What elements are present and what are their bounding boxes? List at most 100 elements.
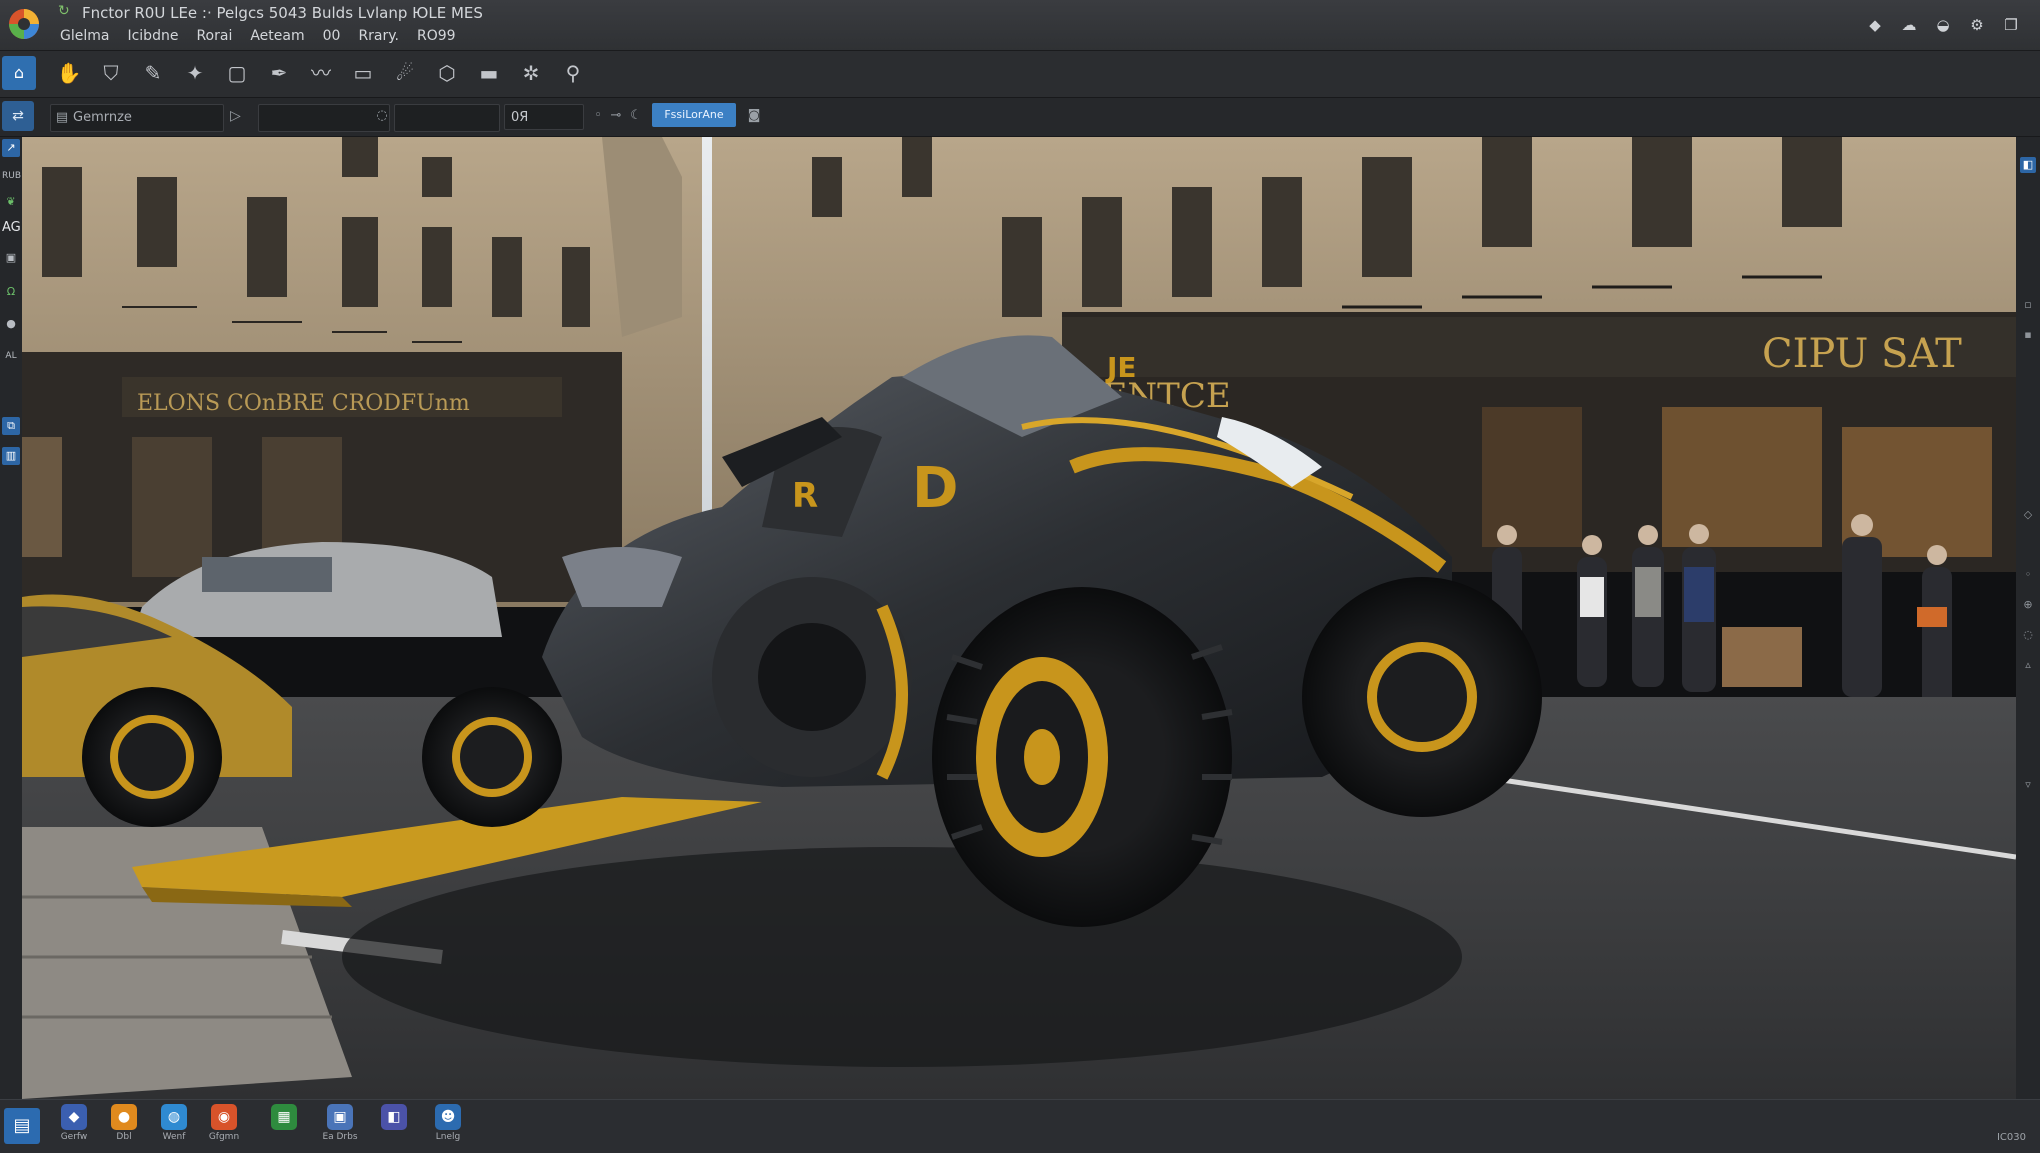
brush-tool-icon[interactable]: ✎ [138, 58, 168, 88]
lock-icon[interactable]: ⊸ [608, 106, 624, 126]
taskbar-item[interactable]: ▣ Ea Drbs [320, 1104, 360, 1150]
window-title: Fnctor R0U LEe :· Pelgcs 5043 Bulds Lvla… [82, 4, 483, 22]
home-tool-icon[interactable]: ⌂ [2, 56, 36, 90]
value-field[interactable]: 0Я [504, 104, 584, 130]
channels-tool-icon[interactable]: ▥ [2, 447, 20, 465]
notification-icon[interactable]: ◆ [1866, 16, 1884, 34]
app-logo-icon[interactable] [6, 6, 42, 42]
gear-tool-icon[interactable]: ✲ [516, 58, 546, 88]
start-icon[interactable]: ▤ [4, 1108, 40, 1144]
menu-item-7[interactable]: RO99 [417, 28, 456, 44]
drop-tool-icon[interactable]: ● [2, 315, 20, 333]
camera-tool-icon[interactable]: ▣ [2, 249, 20, 267]
street-photo: ELONS COnBRE CRODFUnm RENTCE CIPU SAT R … [22, 137, 2016, 1099]
panel-icon-3[interactable]: ◇ [2020, 507, 2036, 523]
vehicle-decal-2: D [912, 456, 958, 521]
size-field[interactable] [258, 104, 390, 132]
app-icon: ◆ [61, 1104, 87, 1130]
info-icon[interactable]: ◙ [746, 106, 762, 126]
strip-label-1: RUB [2, 171, 22, 181]
pen-tool-icon[interactable]: ✒ [264, 58, 294, 88]
play-icon[interactable]: ▷ [230, 106, 246, 126]
select-tool-icon[interactable]: ↗ [2, 139, 20, 157]
menu-item-6[interactable]: Rrary. [358, 28, 399, 44]
taskbar-item[interactable]: ▦ [264, 1104, 304, 1150]
panel-icon-1[interactable]: ▫ [2020, 297, 2036, 313]
image-canvas[interactable]: ELONS COnBRE CRODFUnm RENTCE CIPU SAT R … [22, 137, 2016, 1099]
opacity-field[interactable] [394, 104, 500, 132]
menu-item-2[interactable]: Icibdne [127, 28, 178, 44]
panel-icon-2[interactable]: ▪ [2020, 327, 2036, 343]
help-icon[interactable]: ◒ [1934, 16, 1952, 34]
menu-item-4[interactable]: Aeteam [250, 28, 304, 44]
smudge-tool-icon[interactable]: ☄ [390, 58, 420, 88]
storefront-left-sign: ELONS COnBRE CRODFUnm [137, 391, 470, 416]
taskbar: ▤ ◆ Gerfw ● Dbl ◍ Wenf ◉ Gfgmn ▦ ▣ Ea Drbs ◧ ☻ Lnelg … [0, 1099, 2040, 1153]
taskbar-item-label: Wenf [162, 1132, 186, 1142]
link-icon[interactable]: ◌ [374, 106, 390, 126]
taskbar-clock: IC030 [1996, 1132, 2026, 1143]
left-tool-strip: ↗ RUB ❦ AG ▣ Ω ● AL ⧉ ▥ [0, 137, 22, 1099]
spreadsheet-icon: ▦ [271, 1104, 297, 1130]
stamp-tool-icon[interactable]: ✦ [180, 58, 210, 88]
taskbar-item-label: Gerfw [60, 1132, 88, 1142]
tool-group: ✋ ⛉ ✎ ✦ ▢ ✒ 〰 ▭ ☄ ⬡ ▬ ✲ ⚲ [54, 58, 588, 88]
panel-icon-7[interactable]: ▵ [2020, 657, 2036, 673]
right-panel-strip: ◧ ▫ ▪ ◇ ◦ ⊕ ◌ ▵ ▿ [2016, 137, 2040, 1099]
eraser-tool-icon[interactable]: ▢ [222, 58, 252, 88]
path-tool-icon[interactable]: 〰 [306, 58, 336, 88]
folder-icon: ▣ [327, 1104, 353, 1130]
move-option-icon[interactable]: ⇄ [2, 101, 34, 131]
window-controls: ◆ ☁ ◒ ⚙ ❐ [1866, 16, 2020, 34]
apply-button[interactable]: FssiLorAne [652, 103, 736, 127]
firefox-icon: ● [111, 1104, 137, 1130]
preset-field[interactable]: ▤ Gemrnze [50, 104, 224, 132]
taskbar-item[interactable]: ◉ Gfgmn [204, 1104, 244, 1150]
settings-icon[interactable]: ⚙ [1968, 16, 1986, 34]
restore-icon[interactable]: ❐ [2002, 16, 2020, 34]
frame-tool-icon[interactable]: ▭ [348, 58, 378, 88]
chrome-icon: ◉ [211, 1104, 237, 1130]
taskbar-item-label: Gfgmn [208, 1132, 240, 1142]
vehicle-decal-1: R [792, 476, 818, 516]
leaf-tool-icon[interactable]: ❦ [2, 193, 20, 211]
curve-icon[interactable]: ☾ [628, 106, 644, 126]
tool-row: ⌂ ✋ ⛉ ✎ ✦ ▢ ✒ 〰 ▭ ☄ ⬡ ▬ ✲ ⚲ [0, 51, 2040, 98]
taskbar-item-label: Dbl [116, 1132, 132, 1142]
cloud-icon[interactable]: ☁ [1900, 16, 1918, 34]
toggle-icon[interactable]: ◦ [590, 106, 606, 126]
taskbar-item-label: Lnelg [435, 1132, 461, 1142]
panel-icon-5[interactable]: ⊕ [2020, 597, 2036, 613]
dev-icon: ◧ [381, 1104, 407, 1130]
user-icon: ☻ [435, 1104, 461, 1130]
menu-item-5[interactable]: 00 [323, 28, 341, 44]
taskbar-item[interactable]: ● Dbl [104, 1104, 144, 1150]
menu-item-1[interactable]: Glelma [60, 28, 109, 44]
options-bar: ⇄ ▤ Gemrnze ▷ ◌ 0Я ◦ ⊸ ☾ FssiLorAne ◙ [0, 98, 2040, 137]
rectangle-tool-icon[interactable]: ▬ [474, 58, 504, 88]
hand-tool-icon[interactable]: ✋ [54, 58, 84, 88]
shape-tool-icon[interactable]: ⬡ [432, 58, 462, 88]
taskbar-item[interactable]: ◆ Gerfw [54, 1104, 94, 1150]
taskbar-item[interactable]: ◍ Wenf [154, 1104, 194, 1150]
layers-tool-icon[interactable]: ⧉ [2, 417, 20, 435]
panel-icon-4[interactable]: ◦ [2020, 567, 2036, 583]
storefront-right-sign-2: CIPU SAT [1762, 331, 1962, 377]
strip-label-2: AG [2, 220, 21, 235]
strip-label-3: AL [5, 351, 17, 361]
title-arrow-icon: ↻ [58, 3, 70, 19]
panel-toggle-icon[interactable]: ◧ [2020, 157, 2036, 173]
panel-icon-6[interactable]: ◌ [2020, 627, 2036, 643]
lasso-tool-icon[interactable]: Ω [2, 283, 20, 301]
globe-icon: ◍ [161, 1104, 187, 1130]
taskbar-item[interactable]: ◧ [374, 1104, 414, 1150]
taskbar-item-label: Ea Drbs [322, 1132, 358, 1142]
menu-bar: Glelma Icibdne Rorai Aeteam 00 Rrary. RO… [60, 28, 456, 44]
document-icon: ▤ [55, 110, 69, 125]
shield-tool-icon[interactable]: ⛉ [96, 58, 126, 88]
panel-icon-8[interactable]: ▿ [2020, 777, 2036, 793]
pin-tool-icon[interactable]: ⚲ [558, 58, 588, 88]
menu-item-3[interactable]: Rorai [196, 28, 232, 44]
vehicle-decal-3: JE [1105, 351, 1137, 384]
taskbar-item[interactable]: ☻ Lnelg [428, 1104, 468, 1150]
